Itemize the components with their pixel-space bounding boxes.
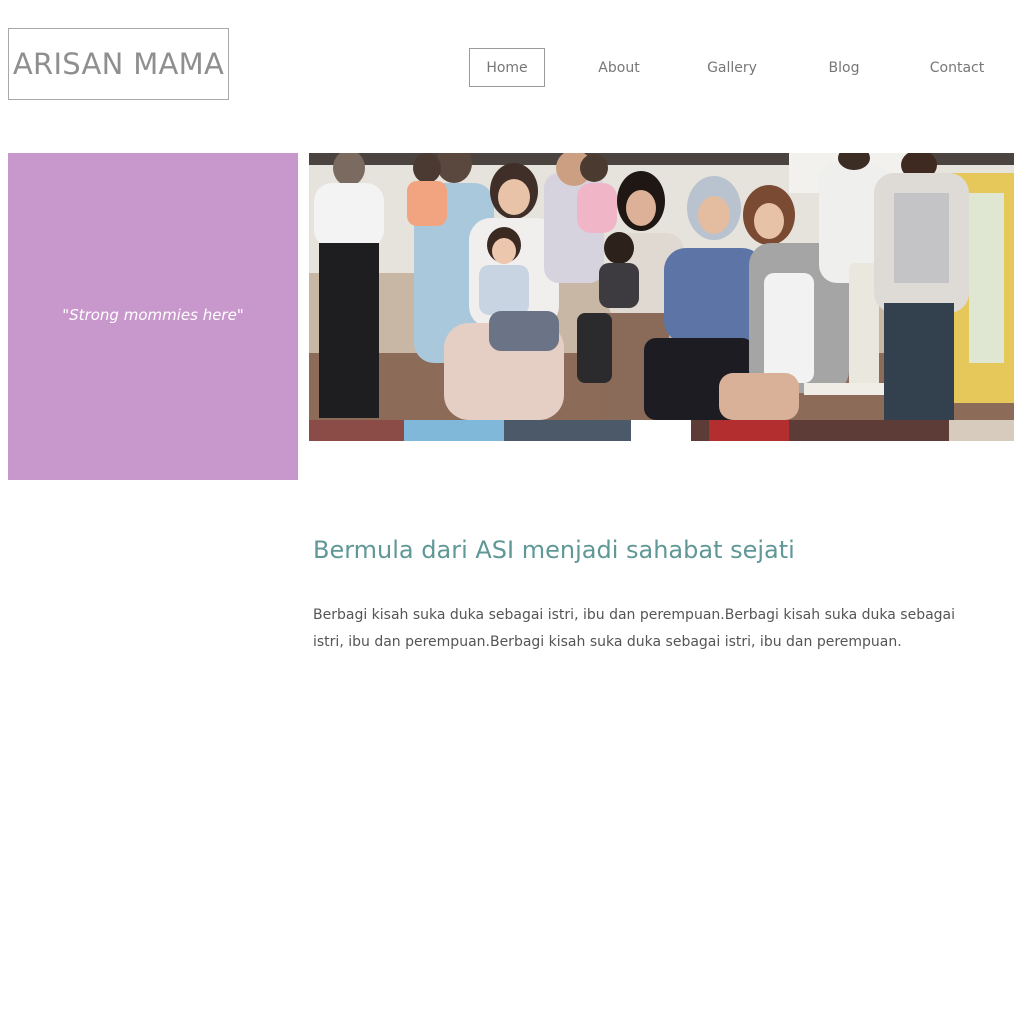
- section-headline: Bermula dari ASI menjadi sahabat sejati: [313, 536, 795, 564]
- page: ARISAN MAMA Home About Gallery Blog Cont…: [0, 0, 1024, 1024]
- quote-panel: "Strong mommies here": [8, 153, 298, 480]
- nav-about[interactable]: About: [587, 48, 651, 87]
- nav-home[interactable]: Home: [469, 48, 545, 87]
- nav-blog[interactable]: Blog: [818, 48, 870, 87]
- group-photo-image: [309, 153, 1014, 441]
- hero-photo: [309, 153, 1014, 441]
- section-paragraph: Berbagi kisah suka duka sebagai istri, i…: [313, 607, 956, 650]
- main-nav: Home About Gallery Blog Contact: [0, 48, 1024, 87]
- hero-quote: "Strong mommies here": [62, 306, 244, 324]
- nav-contact[interactable]: Contact: [920, 48, 994, 87]
- nav-gallery[interactable]: Gallery: [698, 48, 766, 87]
